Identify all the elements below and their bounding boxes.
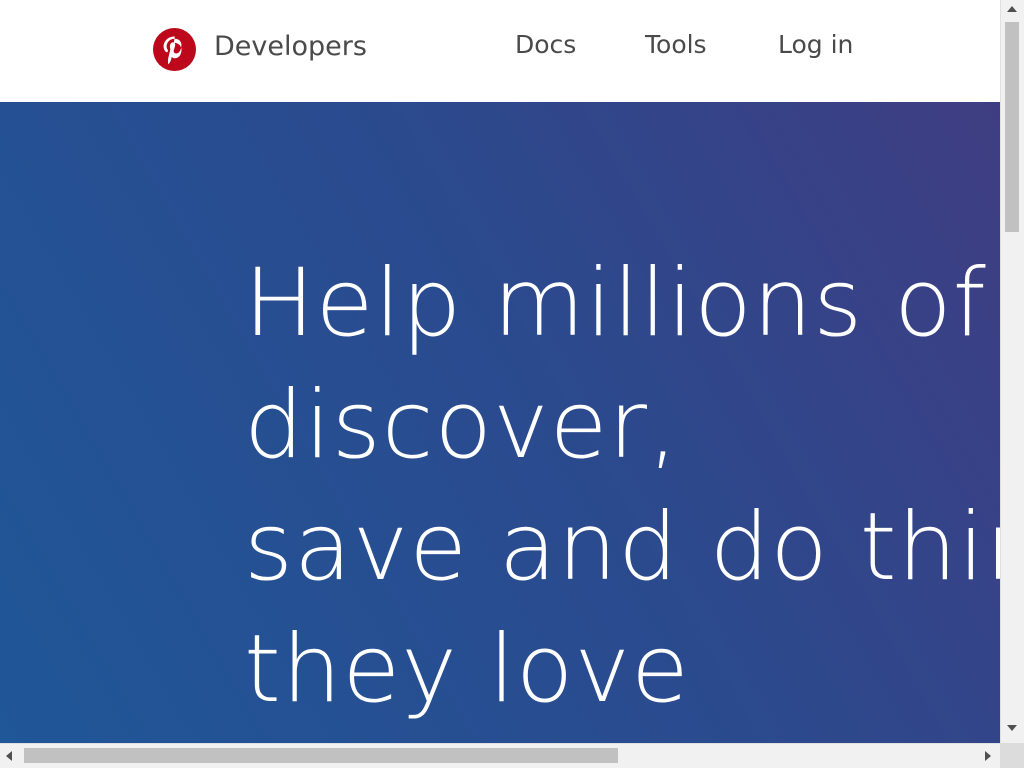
nav-tools-link[interactable]: Tools <box>645 27 707 63</box>
horizontal-scrollbar[interactable] <box>0 743 1000 768</box>
hero-heading: Help millions of discover, save and do t… <box>244 243 1000 731</box>
nav-docs-link[interactable]: Docs <box>515 27 576 63</box>
vertical-scrollbar[interactable] <box>1000 0 1024 743</box>
vertical-scroll-thumb[interactable] <box>1005 22 1019 232</box>
nav-login-link[interactable]: Log in <box>778 27 853 63</box>
hero-heading-line-1: Help millions of <box>244 249 987 358</box>
hero-heading-line-4: they love <box>244 615 690 724</box>
scroll-left-arrow-icon[interactable] <box>6 751 12 761</box>
brand-title[interactable]: Developers <box>214 28 367 66</box>
site-header: Developers Docs Tools Log in <box>0 0 1000 102</box>
page-viewport: Developers Docs Tools Log in Help millio… <box>0 0 1000 743</box>
hero-heading-line-3: save and do thir <box>244 493 1000 602</box>
scrollbar-corner <box>1000 743 1024 768</box>
hero-banner: Help millions of discover, save and do t… <box>0 102 1000 743</box>
scroll-up-arrow-icon[interactable] <box>1007 6 1017 12</box>
scroll-right-arrow-icon[interactable] <box>985 751 991 761</box>
scroll-down-arrow-icon[interactable] <box>1007 725 1017 731</box>
pinterest-logo-icon[interactable] <box>153 28 196 71</box>
hero-heading-line-2: discover, <box>244 371 679 480</box>
horizontal-scroll-thumb[interactable] <box>24 748 618 763</box>
